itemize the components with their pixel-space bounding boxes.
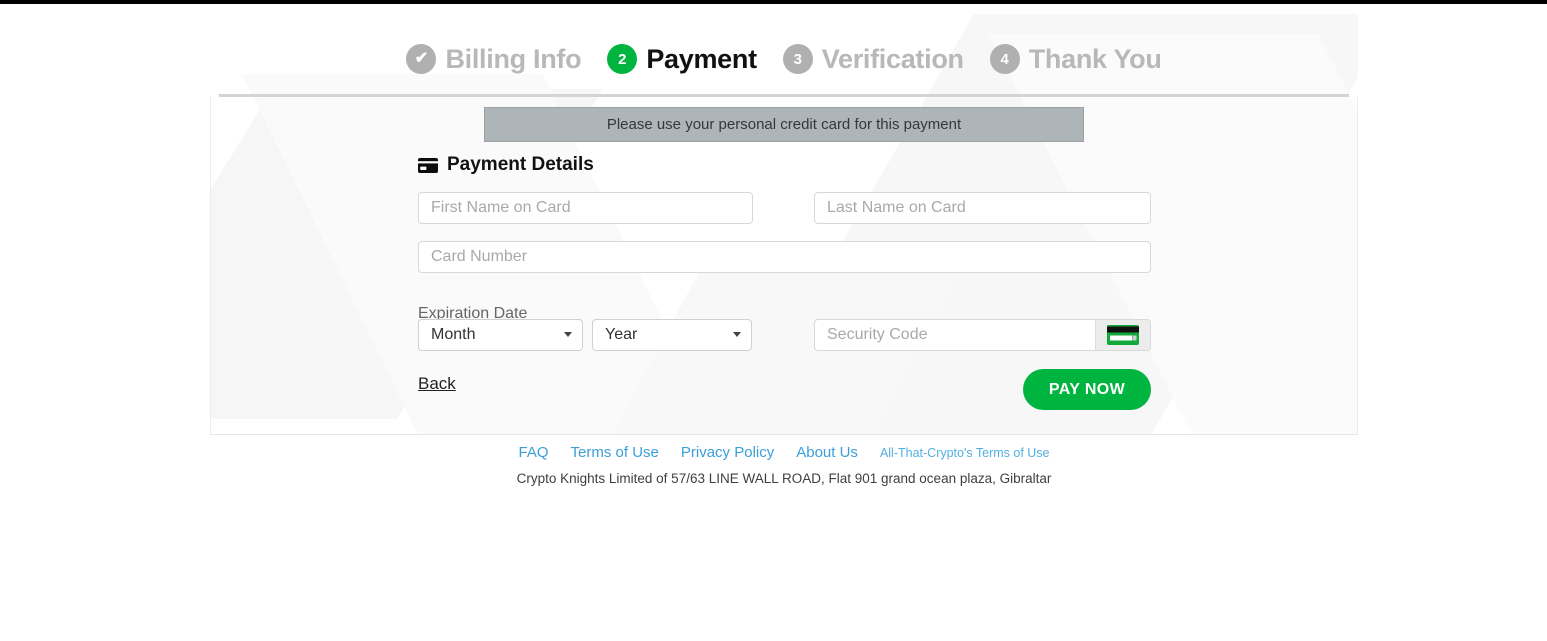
card-right-edge: [1357, 96, 1358, 434]
step-verification-badge: 3: [782, 44, 813, 74]
checkout-card: ✔ Billing Info 2 Payment 3 Verification …: [210, 14, 1358, 434]
credit-card-icon: [418, 157, 438, 173]
step-billing-info-label: Billing Info: [445, 43, 582, 74]
step-payment-badge: 2: [607, 44, 638, 74]
pay-now-button[interactable]: PAY NOW: [1023, 369, 1151, 410]
footer-link-privacy-policy[interactable]: Privacy Policy: [681, 444, 774, 461]
payment-notice-banner: Please use your personal credit card for…: [484, 107, 1084, 142]
chevron-down-icon: [733, 332, 741, 337]
security-code-group: [814, 319, 1151, 351]
footer-links: FAQ Terms of Use Privacy Policy About Us…: [210, 444, 1358, 466]
payment-notice-text: Please use your personal credit card for…: [606, 116, 962, 133]
footer-link-about-us[interactable]: About Us: [796, 444, 858, 461]
step-verification-label: Verification: [821, 43, 964, 74]
footer-link-merchant-terms[interactable]: All-That-Crypto's Terms of Use: [880, 446, 1050, 460]
footer-legal-text: Crypto Knights Limited of 57/63 LINE WAL…: [516, 471, 1052, 486]
footer-link-terms-of-use[interactable]: Terms of Use: [571, 444, 659, 461]
step-verification[interactable]: 3 Verification: [782, 43, 964, 75]
expiration-year-select[interactable]: Year: [592, 319, 752, 351]
step-payment-label: Payment: [646, 43, 757, 74]
last-name-input[interactable]: [814, 192, 1151, 224]
step-payment[interactable]: 2 Payment: [607, 43, 757, 75]
expiration-month-select[interactable]: Month: [418, 319, 583, 351]
payment-details-title: Payment Details: [447, 154, 594, 175]
expiration-year-value: Year: [605, 326, 638, 343]
expiration-month-value: Month: [431, 326, 476, 343]
credit-card-back-icon: [1095, 320, 1150, 350]
checkout-stepper: ✔ Billing Info 2 Payment 3 Verification …: [210, 28, 1358, 90]
page-root: ✔ Billing Info 2 Payment 3 Verification …: [0, 4, 1547, 641]
security-code-input[interactable]: [815, 320, 1095, 350]
back-link[interactable]: Back: [418, 374, 456, 394]
card-left-edge: [210, 96, 211, 434]
chevron-down-icon: [564, 332, 572, 337]
check-icon: ✔: [414, 50, 429, 67]
first-name-input[interactable]: [418, 192, 753, 224]
step-billing-info-badge: ✔: [406, 44, 437, 74]
page-footer: FAQ Terms of Use Privacy Policy About Us…: [210, 444, 1358, 486]
payment-details-heading: Payment Details: [418, 154, 594, 176]
step-billing-info[interactable]: ✔ Billing Info: [406, 43, 582, 75]
card-number-input[interactable]: [418, 241, 1151, 273]
stepper-divider: [219, 94, 1349, 97]
step-thank-you[interactable]: 4 Thank You: [989, 43, 1162, 75]
step-thank-you-label: Thank You: [1028, 43, 1162, 74]
footer-divider: [210, 434, 1358, 435]
footer-link-faq[interactable]: FAQ: [519, 444, 549, 461]
step-thank-you-badge: 4: [989, 44, 1020, 74]
